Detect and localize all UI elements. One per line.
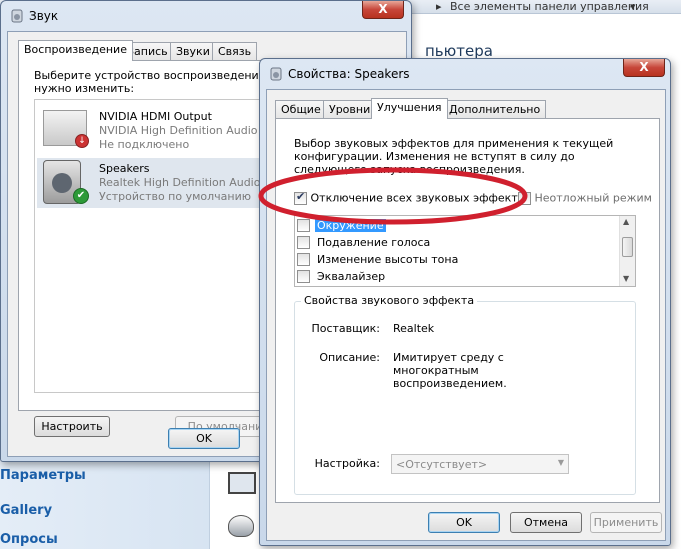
tab-sounds[interactable]: Звуки xyxy=(170,42,216,60)
provider-value: Realtek xyxy=(393,322,435,335)
scroll-thumb[interactable] xyxy=(622,237,633,257)
ok-button[interactable]: OK xyxy=(168,428,240,449)
device-name: Speakers xyxy=(99,162,150,175)
apply-button[interactable]: Применить xyxy=(590,512,662,533)
description-value: Имитирует среду с многократным воспроизв… xyxy=(393,351,507,390)
immediate-mode-checkbox[interactable]: Неотложный режим xyxy=(518,191,652,205)
tab-general[interactable]: Общие xyxy=(275,100,327,118)
monitor-icon xyxy=(228,472,256,494)
configure-button[interactable]: Настроить xyxy=(34,416,110,437)
checkbox-label: Неотложный режим xyxy=(534,191,652,205)
chevron-down-icon: ▼ xyxy=(557,458,564,467)
speaker-icon xyxy=(11,9,23,23)
tab-playback[interactable]: Воспроизведение xyxy=(18,40,133,61)
tab-levels[interactable]: Уровни xyxy=(323,100,377,118)
properties-tabs: Общие Уровни Улучшения Дополнительно xyxy=(275,98,575,119)
checkbox[interactable] xyxy=(297,269,310,283)
close-button[interactable]: X xyxy=(362,1,404,19)
device-status: Устройство по умолчанию xyxy=(99,190,252,203)
effect-item[interactable]: Изменение высоты тона xyxy=(297,252,460,268)
properties-body: Общие Уровни Улучшения Дополнительно Выб… xyxy=(266,89,666,541)
window-title: Звук xyxy=(29,9,59,23)
disconnected-icon: ↓ xyxy=(75,134,89,148)
instruction-text-2: нужно изменить: xyxy=(34,82,135,95)
ok-button[interactable]: OK xyxy=(428,512,500,533)
checkbox[interactable] xyxy=(297,252,310,266)
device-driver: NVIDIA High Definition Audio xyxy=(99,124,258,137)
cancel-button[interactable]: Отмена xyxy=(510,512,582,533)
mouse-icon xyxy=(228,515,254,537)
sidebar-link-surveys[interactable]: Опросы xyxy=(0,532,58,547)
group-title: Свойства звукового эффекта xyxy=(301,294,478,307)
chevron-right-icon: ▸ xyxy=(436,0,442,13)
device-status: Не подключено xyxy=(99,138,190,151)
settings-dropdown-value: <Отсутствует> xyxy=(396,458,488,471)
device-nvidia-hdmi[interactable]: ↓ NVIDIA HDMI Output NVIDIA High Definit… xyxy=(37,106,267,156)
checkmark-icon: ✔ xyxy=(73,188,89,204)
chevron-down-icon[interactable]: ▾ xyxy=(630,0,636,13)
effect-item[interactable]: Эквалайзер xyxy=(297,269,387,285)
provider-label: Поставщик: xyxy=(311,322,380,335)
breadcrumb[interactable]: Все элементы панели управления xyxy=(450,0,649,13)
tab-communications[interactable]: Связь xyxy=(212,42,258,60)
settings-label: Настройка: xyxy=(314,457,380,470)
window-title: Свойства: Speakers xyxy=(288,67,410,81)
scroll-down-icon[interactable]: ▼ xyxy=(623,274,629,283)
instruction-text: Выберите устройство воспроизведения, п xyxy=(34,69,280,82)
speakers-properties-dialog: Свойства: Speakers X Общие Уровни Улучше… xyxy=(259,58,671,546)
tab-enhancements[interactable]: Улучшения xyxy=(371,98,448,119)
description-label: Описание: xyxy=(319,351,380,364)
checkbox[interactable] xyxy=(297,235,310,249)
device-driver: Realtek High Definition Audio xyxy=(99,176,261,189)
device-name: NVIDIA HDMI Output xyxy=(99,110,212,123)
sidebar-link-gallery[interactable]: Gallery xyxy=(0,503,52,518)
scroll-up-icon[interactable]: ▲ xyxy=(623,217,629,226)
sound-tabs: Воспроизведение Запись Звуки Связь xyxy=(18,40,318,61)
sidebar-link-parameters[interactable]: Параметры xyxy=(0,468,86,483)
close-button[interactable]: X xyxy=(623,59,665,77)
device-list: ↓ NVIDIA HDMI Output NVIDIA High Definit… xyxy=(34,99,274,393)
highlight-ellipse-annotation xyxy=(258,167,528,225)
device-speakers[interactable]: ✔ Speakers Realtek High Definition Audio… xyxy=(37,158,267,208)
speaker-icon xyxy=(270,67,282,81)
effect-item[interactable]: Подавление голоса xyxy=(297,235,432,251)
effect-properties-group: Свойства звукового эффекта Поставщик: Re… xyxy=(294,294,636,495)
tab-advanced[interactable]: Дополнительно xyxy=(443,100,547,118)
effects-scrollbar[interactable]: ▲ ▼ xyxy=(619,216,635,286)
settings-dropdown[interactable]: <Отсутствует> ▼ xyxy=(391,454,569,474)
